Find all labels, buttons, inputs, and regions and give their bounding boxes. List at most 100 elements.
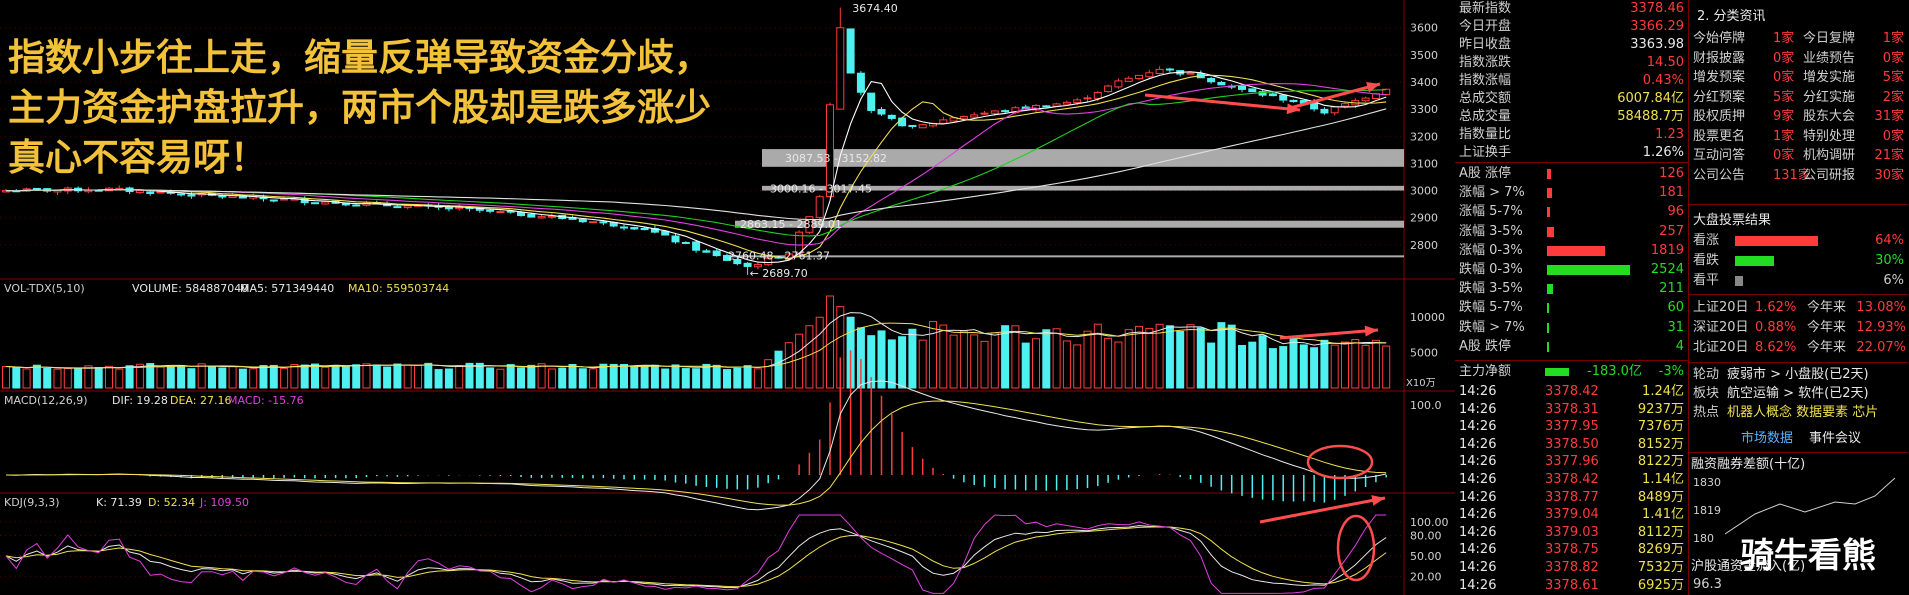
news-tab[interactable]: 2. 分类资讯: [1689, 8, 1908, 26]
tick-row[interactable]: 14:26 3378.50 8152万: [1455, 436, 1688, 454]
candle-body: [620, 226, 628, 229]
candle-body: [1217, 81, 1226, 86]
main-flow-bar: [1545, 368, 1569, 376]
info-column: 2. 分类资讯 今始停牌 1家 今日复牌 1家 财报披露 0家 业绩预告 0家 增发预案 0家 增发实…: [1688, 0, 1909, 595]
volume-bar: [1361, 345, 1370, 389]
tick-volume: 8489万: [1637, 489, 1684, 505]
volume-bar: [455, 365, 464, 389]
candle-body: [1052, 103, 1061, 107]
macd-legend-dif: DIF: 19.28: [112, 394, 168, 407]
tick-row[interactable]: 14:26 3379.03 8112万: [1455, 524, 1688, 542]
tick-row[interactable]: 14:26 3378.61 6925万: [1455, 577, 1688, 595]
tab-market-data[interactable]: 市场数据: [1741, 430, 1793, 448]
candle-body: [970, 114, 979, 118]
tick-list[interactable]: 14:26 3378.42 1.24亿 14:26 3378.31 9237万 14:26 3…: [1455, 383, 1688, 595]
macd-highlight-circle: [1306, 444, 1374, 480]
volume-bar: [403, 364, 412, 389]
vote-label: 看涨: [1693, 233, 1720, 248]
candle-body: [146, 191, 155, 194]
breadth-row: A股 跌停 4: [1455, 338, 1688, 356]
volume-bar: [166, 365, 175, 389]
candle-body: [1268, 93, 1277, 97]
k-low-label: ← 2689.70: [750, 267, 808, 280]
tick-time: 14:26: [1459, 524, 1497, 540]
volume-bar: [1310, 347, 1319, 389]
volume-bar: [1279, 346, 1288, 389]
candle-body: [547, 215, 556, 218]
vote-label: 看跌: [1693, 253, 1720, 268]
tick-row[interactable]: 14:26 3377.95 7376万: [1455, 418, 1688, 436]
volume-bar: [877, 330, 886, 389]
kdj-y-tick-3: 20.00: [1410, 570, 1442, 583]
event-row: 公司公告 131家 公司研报 30家: [1689, 167, 1908, 185]
tick-row[interactable]: 14:26 3378.42 1.24亿: [1455, 383, 1688, 401]
tick-price: 3378.42: [1545, 472, 1599, 487]
candle-body: [1001, 110, 1010, 113]
volume-bar: [84, 365, 93, 389]
volume-bar: [32, 364, 41, 389]
candle-body: [1073, 99, 1082, 104]
candle-body: [671, 235, 680, 243]
macd-y-tick-0: 100.0: [1410, 399, 1442, 412]
k-y-tick-8: 2800: [1410, 239, 1438, 252]
candle-body: [887, 114, 896, 119]
k-y-tick-3: 3300: [1410, 103, 1438, 116]
tick-row[interactable]: 14:26 3378.42 1.14亿: [1455, 471, 1688, 489]
tick-price: 3377.96: [1545, 454, 1599, 470]
tick-row[interactable]: 14:26 3378.31 9237万: [1455, 401, 1688, 419]
volume-bar: [94, 367, 103, 389]
event-label-a: 增发预案: [1693, 70, 1746, 85]
return-ytd: 13.08%: [1856, 300, 1906, 315]
k-y-tick-6: 3000: [1410, 185, 1438, 198]
tab-events[interactable]: 事件会议: [1809, 430, 1861, 448]
volume-bar: [393, 363, 402, 389]
volume-bar: [156, 366, 165, 389]
event-value-a: 1家: [1773, 128, 1795, 144]
volume-bar: [22, 368, 31, 389]
event-label-b: 公司研报: [1803, 167, 1856, 183]
tick-time: 14:26: [1459, 489, 1497, 505]
candle-body: [537, 216, 546, 219]
volume-bar: [1104, 337, 1113, 389]
volume-bar: [300, 364, 309, 389]
volume-bar: [74, 368, 83, 389]
volume-bar: [383, 366, 392, 389]
band-label-2: 2863.15 - 2889.01: [740, 218, 842, 231]
return-ytd: 22.07%: [1856, 340, 1906, 355]
event-value-a: 1家: [1773, 31, 1795, 46]
volume-bar: [486, 367, 495, 389]
candle-body: [1155, 68, 1164, 75]
volume-bar: [939, 324, 948, 389]
volume-bar: [228, 366, 237, 389]
breadth-row: 涨幅 0-3% 1819: [1455, 242, 1688, 260]
volume-bar: [1124, 329, 1133, 389]
index-stat-row: 总成交额 6007.84亿: [1455, 90, 1688, 108]
tick-row[interactable]: 14:26 3378.77 8489万: [1455, 489, 1688, 507]
volume-bar: [321, 366, 330, 389]
tick-row[interactable]: 14:26 3379.04 1.41亿: [1455, 506, 1688, 524]
tick-price: 3379.04: [1545, 507, 1599, 523]
volume-bar: [723, 369, 731, 389]
tick-row[interactable]: 14:26 3378.75 8269万: [1455, 541, 1688, 559]
breadth-bar: [1547, 169, 1551, 179]
tick-volume: 7376万: [1637, 419, 1684, 435]
candle-body: [1207, 78, 1216, 83]
tick-row[interactable]: 14:26 3378.82 7532万: [1455, 559, 1688, 577]
k-y-tick-1: 3500: [1410, 49, 1438, 62]
kdj-y-tick-0: 100.00: [1410, 516, 1449, 529]
index-stat-row: 上证换手 1.26%: [1455, 144, 1688, 162]
kdj-legend-title: KDJ(9,3,3): [4, 496, 60, 509]
macd-dea-line: [6, 400, 1387, 506]
event-label-a: 股票更名: [1693, 128, 1746, 144]
k-high-label: 3674.40: [852, 2, 898, 15]
volume-bar: [578, 368, 587, 389]
k-y-tick-0: 3600: [1410, 22, 1438, 35]
event-value-a: 0家: [1773, 50, 1795, 66]
vote-pct: 64%: [1875, 233, 1904, 248]
return-row: 深证20日 0.88% 今年来 12.93%: [1689, 319, 1908, 337]
tick-row[interactable]: 14:26 3377.96 8122万: [1455, 453, 1688, 471]
index-stat-label: 今日开盘: [1459, 19, 1512, 34]
tick-time: 14:26: [1459, 542, 1497, 558]
vol-y-tick-0: 10000: [1410, 311, 1445, 324]
breadth-value: 31: [1667, 319, 1684, 335]
